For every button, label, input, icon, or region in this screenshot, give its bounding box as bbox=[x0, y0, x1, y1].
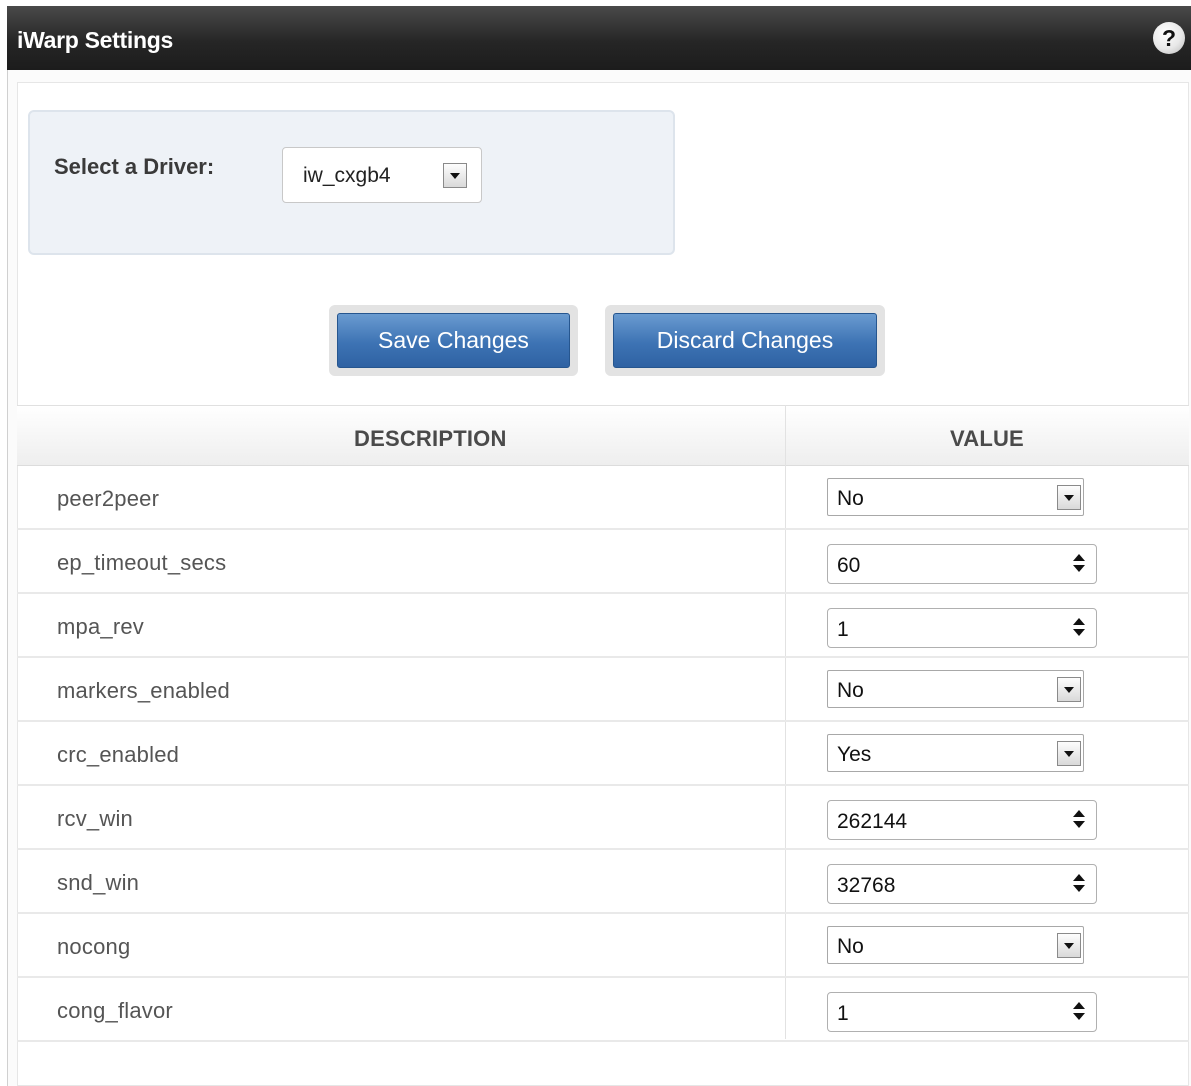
chevron-down-icon[interactable] bbox=[1057, 933, 1081, 958]
table-row: snd_win 32768 bbox=[17, 850, 1189, 914]
setting-name: peer2peer bbox=[57, 486, 160, 511]
setting-value-select[interactable]: No bbox=[827, 478, 1084, 516]
setting-value-spinner[interactable]: 60 bbox=[827, 544, 1097, 584]
discard-button-frame: Discard Changes bbox=[605, 305, 885, 376]
setting-name: markers_enabled bbox=[57, 678, 230, 703]
spinner-arrows-icon[interactable] bbox=[1072, 809, 1086, 831]
spinner-arrows-icon[interactable] bbox=[1072, 1001, 1086, 1023]
table-row: ep_timeout_secs 60 bbox=[17, 530, 1189, 594]
setting-value: No bbox=[837, 487, 864, 510]
driver-select[interactable]: iw_cxgb4 bbox=[282, 147, 482, 203]
discard-changes-button[interactable]: Discard Changes bbox=[613, 313, 877, 368]
table-row: markers_enabled No bbox=[17, 658, 1189, 722]
page-title: iWarp Settings bbox=[17, 27, 173, 53]
setting-value-select[interactable]: No bbox=[827, 670, 1084, 708]
title-bar: iWarp Settings ? bbox=[7, 6, 1191, 70]
save-changes-button[interactable]: Save Changes bbox=[337, 313, 570, 368]
setting-value-spinner[interactable]: 32768 bbox=[827, 864, 1097, 904]
save-button-frame: Save Changes bbox=[329, 305, 578, 376]
chevron-down-icon[interactable] bbox=[1057, 677, 1081, 702]
table-row: cong_flavor 1 bbox=[17, 978, 1189, 1042]
table-row: crc_enabled Yes bbox=[17, 722, 1189, 786]
setting-value-spinner[interactable]: 1 bbox=[827, 608, 1097, 648]
setting-value: No bbox=[837, 679, 864, 702]
setting-value: No bbox=[837, 935, 864, 958]
table-row: rcv_win 262144 bbox=[17, 786, 1189, 850]
header-description: DESCRIPTION bbox=[354, 426, 507, 451]
setting-value: Yes bbox=[837, 743, 872, 766]
setting-value: 1 bbox=[837, 1002, 849, 1025]
setting-name: snd_win bbox=[57, 870, 140, 895]
driver-select-value: iw_cxgb4 bbox=[303, 164, 391, 187]
setting-value-select[interactable]: Yes bbox=[827, 734, 1084, 772]
setting-value: 262144 bbox=[837, 810, 908, 833]
spinner-arrows-icon[interactable] bbox=[1072, 617, 1086, 639]
table-row: nocong No bbox=[17, 914, 1189, 978]
setting-name: rcv_win bbox=[57, 806, 133, 831]
settings-table-body: peer2peer No ep_timeout_secs 60 mpa_rev 1 mark… bbox=[17, 466, 1189, 1042]
driver-selector-panel: Select a Driver: iw_cxgb4 bbox=[28, 110, 675, 255]
table-header: DESCRIPTION VALUE bbox=[17, 405, 1189, 466]
setting-value-spinner[interactable]: 262144 bbox=[827, 800, 1097, 840]
help-icon[interactable]: ? bbox=[1153, 22, 1185, 54]
setting-name: ep_timeout_secs bbox=[57, 550, 227, 575]
setting-value-spinner[interactable]: 1 bbox=[827, 992, 1097, 1032]
driver-label: Select a Driver: bbox=[54, 154, 215, 179]
setting-name: mpa_rev bbox=[57, 614, 144, 639]
setting-value: 60 bbox=[837, 554, 861, 577]
setting-name: crc_enabled bbox=[57, 742, 180, 767]
setting-value-select[interactable]: No bbox=[827, 926, 1084, 964]
chevron-down-icon[interactable] bbox=[1057, 741, 1081, 766]
chevron-down-icon[interactable] bbox=[443, 163, 467, 188]
table-row: mpa_rev 1 bbox=[17, 594, 1189, 658]
setting-name: nocong bbox=[57, 934, 131, 959]
table-row: peer2peer No bbox=[17, 466, 1189, 530]
chevron-down-icon[interactable] bbox=[1057, 485, 1081, 510]
setting-name: cong_flavor bbox=[57, 998, 173, 1023]
header-value: VALUE bbox=[950, 426, 1024, 451]
spinner-arrows-icon[interactable] bbox=[1072, 553, 1086, 575]
setting-value: 32768 bbox=[837, 874, 896, 897]
setting-value: 1 bbox=[837, 618, 849, 641]
spinner-arrows-icon[interactable] bbox=[1072, 873, 1086, 895]
